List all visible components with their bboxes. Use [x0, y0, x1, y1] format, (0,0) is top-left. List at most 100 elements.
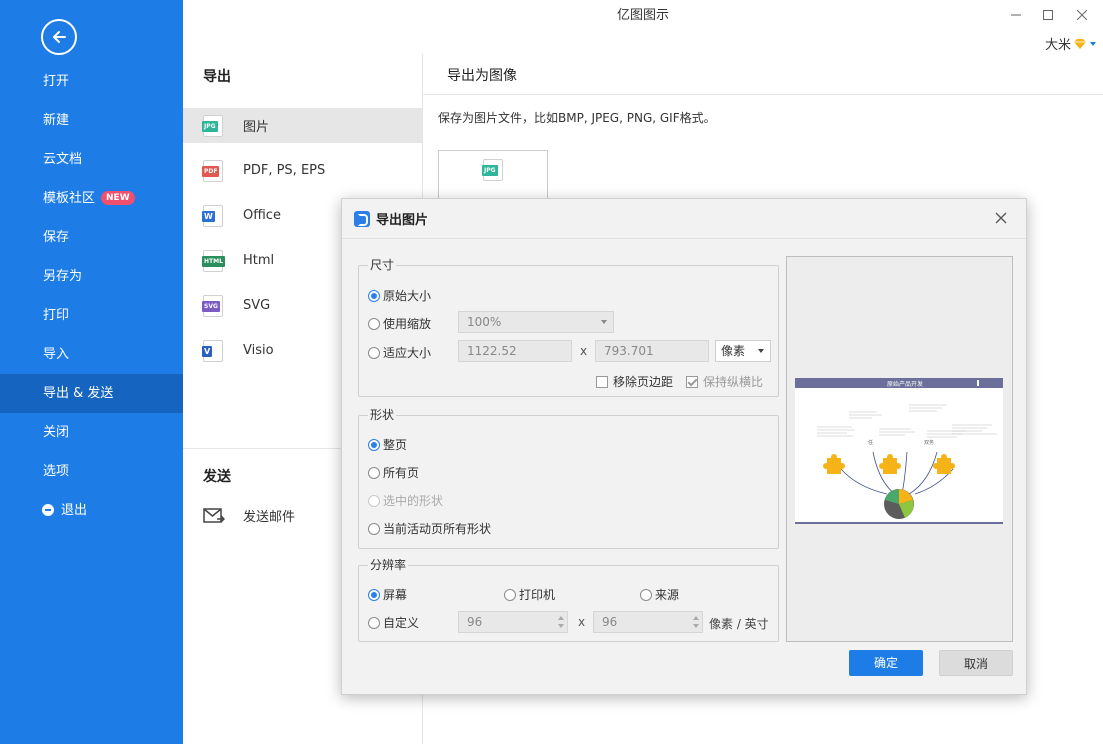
maximize-icon: [1043, 10, 1053, 20]
radio-whole-page[interactable]: 整页: [368, 436, 407, 453]
back-button[interactable]: [41, 19, 77, 55]
cancel-button[interactable]: 取消: [939, 650, 1013, 676]
minimize-button[interactable]: [1005, 4, 1027, 26]
spinner-arrows[interactable]: [690, 612, 702, 632]
sidebar-item-label: 保存: [43, 230, 70, 245]
format-label: 图片: [243, 120, 270, 135]
sidebar-item-new[interactable]: 新建: [0, 101, 183, 140]
mail-send-icon: [203, 507, 225, 523]
format-item-image[interactable]: JPG 图片: [183, 108, 422, 143]
radio-label: 适应大小: [383, 346, 432, 360]
export-heading: 导出: [203, 69, 231, 85]
right-pane-heading: 导出为图像: [447, 68, 517, 84]
radio-dot: [368, 346, 380, 359]
size-group: 尺寸 原始大小 使用缩放 100% 适应大小 1122.52 x 793.701…: [358, 258, 779, 397]
fit-width-input[interactable]: 1122.52: [458, 340, 572, 362]
sidebar-item-print[interactable]: 打印: [0, 296, 183, 335]
unit-select[interactable]: 像素: [715, 340, 771, 362]
sidebar-item-options[interactable]: 选项: [0, 452, 183, 491]
ok-button[interactable]: 确定: [849, 650, 923, 676]
radio-original-size[interactable]: 原始大小: [368, 287, 431, 304]
remove-margin-checkbox[interactable]: 移除页边距: [596, 373, 673, 390]
resolution-legend: 分辨率: [368, 558, 409, 572]
svg-file-icon: SVG: [202, 294, 223, 317]
checkbox-label: 保持纵横比: [703, 375, 764, 389]
dialog-close-button[interactable]: [992, 209, 1010, 227]
file-tag: JPG: [202, 120, 218, 132]
radio-printer[interactable]: 打印机: [504, 586, 555, 603]
radio-all-pages[interactable]: 所有页: [368, 464, 419, 481]
file-tag: W: [202, 210, 215, 222]
fit-height-input[interactable]: 793.701: [595, 340, 709, 362]
radio-label: 所有页: [383, 466, 420, 480]
dpi-y-value: 96: [602, 615, 618, 629]
chevron-down-icon: [1090, 41, 1097, 46]
shape-group: 形状 整页 所有页 选中的形状 当前活动页所有形状: [358, 408, 779, 549]
html-file-icon: HTML: [202, 249, 225, 272]
sidebar-item-label: 新建: [43, 113, 70, 128]
radio-current-page-shapes[interactable]: 当前活动页所有形状: [368, 520, 491, 537]
zoom-select[interactable]: 100%: [458, 311, 614, 333]
close-window-button[interactable]: [1071, 4, 1093, 26]
format-label: SVG: [243, 298, 271, 313]
radio-fit-size[interactable]: 适应大小: [368, 344, 431, 361]
sidebar-item-exit[interactable]: 退出: [0, 491, 183, 530]
app-logo-icon: [354, 210, 370, 227]
minimize-icon: [1011, 14, 1021, 16]
exit-icon: [42, 503, 54, 516]
radio-label: 自定义: [383, 616, 420, 630]
radio-custom[interactable]: 自定义: [368, 614, 419, 631]
spinner-arrows[interactable]: [555, 612, 567, 632]
preview-center-label: 双务: [924, 439, 934, 446]
sidebar-item-cloud-docs[interactable]: 云文档: [0, 140, 183, 179]
sidebar-item-import[interactable]: 导入: [0, 335, 183, 374]
resolution-group: 分辨率 屏幕 打印机 来源 自定义 96 x 96 像素 / 英寸: [358, 558, 779, 642]
radio-dot: [640, 588, 652, 601]
radio-dot: [368, 522, 380, 535]
sidebar-item-export-send[interactable]: 导出 & 发送: [0, 374, 183, 413]
radio-label: 屏幕: [383, 588, 408, 602]
radio-label: 来源: [655, 588, 680, 602]
send-email-label: 发送邮件: [243, 510, 296, 525]
sidebar-item-save-as[interactable]: 另存为: [0, 257, 183, 296]
radio-selected-shapes[interactable]: 选中的形状: [368, 492, 443, 509]
sidebar-item-label: 打印: [43, 308, 70, 323]
sidebar-item-label: 另存为: [43, 269, 83, 284]
sidebar-item-label: 导入: [43, 347, 70, 362]
checkbox-label: 移除页边距: [613, 375, 674, 389]
arrow-left-icon: [53, 31, 66, 43]
user-name: 大米: [1045, 38, 1072, 53]
vip-diamond-icon: [1074, 38, 1087, 49]
radio-label: 原始大小: [383, 289, 432, 303]
sidebar-item-label: 导出 & 发送: [43, 386, 114, 401]
file-tag: PDF: [202, 165, 220, 177]
radio-screen[interactable]: 屏幕: [368, 586, 407, 603]
sidebar-item-open[interactable]: 打开: [0, 62, 183, 101]
dpi-y-input[interactable]: 96: [593, 611, 703, 633]
x-separator: x: [578, 615, 586, 629]
keep-ratio-checkbox[interactable]: 保持纵横比: [686, 373, 763, 390]
sidebar: 打开 新建 云文档 模板社区 NEW 保存 另存为 打印 导入 导出 & 发送 关…: [0, 0, 183, 744]
radio-label: 选中的形状: [383, 494, 444, 508]
maximize-button[interactable]: [1037, 4, 1059, 26]
dpi-x-input[interactable]: 96: [458, 611, 568, 633]
sidebar-item-template-community[interactable]: 模板社区 NEW: [0, 179, 183, 218]
format-item-pdf[interactable]: PDF PDF, PS, EPS: [183, 153, 422, 188]
radio-source[interactable]: 来源: [640, 586, 679, 603]
user-menu[interactable]: 大米: [1045, 34, 1097, 53]
radio-use-zoom[interactable]: 使用缩放: [368, 315, 431, 332]
x-separator: x: [580, 344, 588, 358]
shape-legend: 形状: [368, 408, 397, 422]
preview-center-label: 任: [868, 439, 873, 446]
divider: [423, 94, 1103, 95]
dialog-title-bar: 导出图片: [342, 199, 1026, 239]
preview-header-text: 原始产品开发: [887, 380, 923, 388]
file-tag: SVG: [202, 300, 220, 312]
sidebar-item-close[interactable]: 关闭: [0, 413, 183, 452]
close-icon: [1077, 10, 1087, 20]
sidebar-item-label: 打开: [43, 74, 70, 89]
word-file-icon: W: [202, 204, 223, 227]
right-pane-description: 保存为图片文件，比如BMP, JPEG, PNG, GIF格式。: [438, 111, 716, 125]
sidebar-item-save[interactable]: 保存: [0, 218, 183, 257]
sidebar-item-label: 云文档: [43, 152, 83, 167]
